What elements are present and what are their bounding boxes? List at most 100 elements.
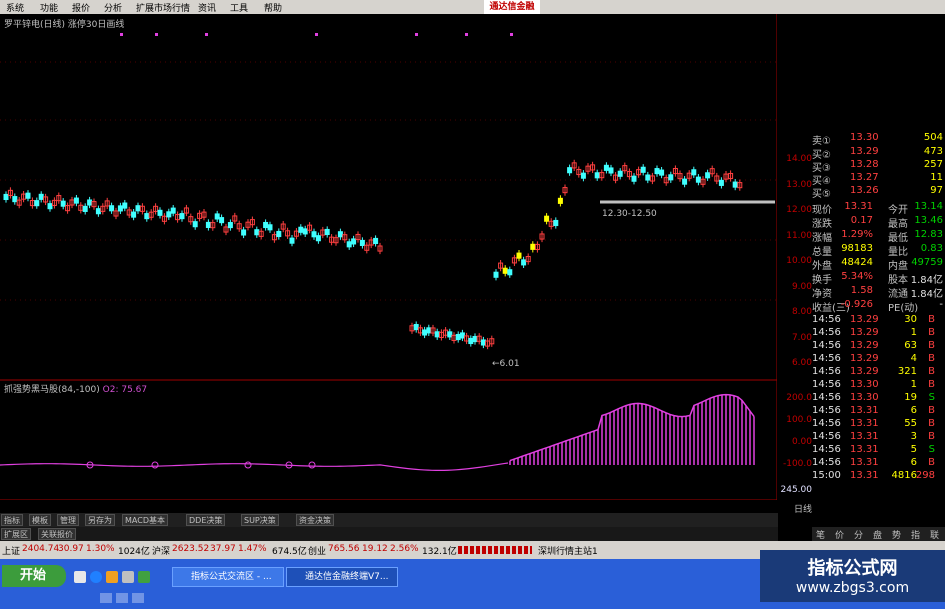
indicator-tab[interactable]: DDE决策 — [186, 514, 226, 526]
task-forum-window[interactable]: 指标公式交流区 - ... — [172, 567, 284, 587]
server-label: 深圳行情主站1 — [538, 547, 598, 557]
price-tick: 6.00 — [791, 358, 812, 368]
quicklaunch-media-icon[interactable] — [122, 571, 134, 583]
tick-volume: 1 — [910, 379, 917, 390]
bid-volume: 11 — [930, 172, 943, 183]
quote-tab[interactable]: 盘 — [873, 528, 882, 541]
tick-side: B — [928, 340, 935, 351]
candle-body — [38, 193, 44, 200]
tick-price: 13.31 — [850, 457, 879, 468]
sh-label: 上证 — [2, 547, 21, 557]
quote-tab[interactable]: 分 — [854, 528, 863, 541]
menu-item-tools[interactable]: 工具 — [230, 1, 248, 14]
market-strength-bar — [458, 546, 532, 554]
indicator-tab[interactable]: SUP决策 — [241, 514, 279, 526]
menu-item-quote[interactable]: 报价 — [72, 1, 90, 14]
quicklaunch-app-icon[interactable] — [138, 571, 150, 583]
candle-body — [34, 200, 40, 207]
indicator-tab[interactable]: MACD基本 — [122, 514, 168, 526]
tick-time: 14:56 — [812, 418, 841, 429]
site-watermark: 指标公式网 www.zbgs3.com — [760, 550, 945, 602]
tick-side: S — [928, 444, 935, 455]
stat-label-2: 最高 — [888, 219, 908, 230]
candle-body — [472, 335, 478, 343]
tick-volume: 3 — [910, 431, 917, 442]
stat-row: 现价 13.31 今开 13.14 — [812, 201, 945, 216]
extension-tab[interactable]: 扩展区 — [1, 528, 31, 540]
tray-icon-2[interactable] — [116, 593, 128, 603]
stat-label-2: 量比 — [888, 247, 908, 258]
candle-body — [12, 196, 18, 203]
menu-item-help[interactable]: 帮助 — [264, 1, 282, 14]
quote-panel: 卖① 13.30 504 买② 13.29 473 买③ 13.28 257 买④ 13.27 11 买… — [812, 132, 945, 521]
menu-item-info[interactable]: 资讯 — [198, 1, 216, 14]
sz-amount: 674.5亿 — [272, 547, 307, 557]
candle-body — [170, 207, 176, 214]
menu-item-system[interactable]: 系统 — [6, 1, 24, 14]
candle-body — [337, 231, 343, 238]
tick-side: B — [928, 405, 935, 416]
tick-price: 13.31 — [850, 444, 879, 455]
stat-row: 净资 1.58 流通 1.84亿 — [812, 285, 945, 300]
price-tick: 8.00 — [791, 307, 812, 317]
candle-body — [87, 199, 93, 206]
brand-label: 通达信金融 — [484, 0, 540, 14]
candle-body — [373, 237, 379, 245]
candle-body — [214, 213, 220, 220]
bid-row: 买② 13.29 473 — [812, 146, 945, 161]
indicator-tab[interactable]: 模板 — [29, 514, 51, 526]
stat-label-2: 最低 — [888, 233, 908, 244]
tray-icon-1[interactable] — [100, 593, 112, 603]
indicator-tab[interactable]: 指标 — [1, 514, 23, 526]
extension-tab[interactable]: 关联报价 — [38, 528, 76, 540]
quote-tab[interactable]: 指 — [911, 528, 920, 541]
ask-volume: 504 — [923, 132, 943, 143]
bid-volume: 257 — [923, 159, 943, 170]
stat-value-2: 1.84亿 — [910, 289, 943, 300]
kline-chart[interactable]: 12.30-12.50←6.012011年1011121232012/03/16… — [0, 14, 777, 500]
tick-volume: 6 — [910, 405, 917, 416]
stat-value: 1.58 — [850, 285, 873, 296]
candle-body — [144, 213, 150, 220]
signal-dot — [510, 33, 513, 36]
candle-body — [95, 208, 101, 215]
menu-item-analysis[interactable]: 分析 — [104, 1, 122, 14]
indicator-tab[interactable]: 管理 — [57, 514, 79, 526]
tick-side: B — [928, 457, 935, 468]
tray-icon-3[interactable] — [132, 593, 144, 603]
indicator-name: 抓强势黑马股(84,-100) — [4, 385, 100, 395]
menu-item-ext-market[interactable]: 扩展市场行情 — [136, 1, 190, 14]
menu-item-function[interactable]: 功能 — [40, 1, 58, 14]
candle-body — [205, 221, 211, 228]
candle-body — [166, 211, 172, 218]
quote-tab[interactable]: 价 — [835, 528, 844, 541]
quicklaunch-ie-icon[interactable] — [90, 571, 102, 583]
stat-value-2: - — [939, 299, 943, 310]
indicator-tab[interactable]: 另存为 — [85, 514, 115, 526]
extension-tabs: 扩展区 关联报价 — [0, 527, 778, 541]
stat-value: 48424 — [841, 257, 873, 268]
quote-tab[interactable]: 联 — [930, 528, 939, 541]
start-button[interactable]: 开始 — [2, 565, 66, 587]
task-tdx-window[interactable]: 通达信金融终端V7... — [286, 567, 398, 587]
tick-time: 14:56 — [812, 431, 841, 442]
stat-row: 外盘 48424 内盘 49759 — [812, 257, 945, 272]
tick-time: 14:56 — [812, 314, 841, 325]
quicklaunch-desktop-icon[interactable] — [74, 571, 86, 583]
bid-volume: 473 — [923, 146, 943, 157]
indicator-tab[interactable]: 资金决策 — [296, 514, 334, 526]
quote-tab[interactable]: 笔 — [816, 528, 825, 541]
ask-label: 卖① — [812, 136, 831, 147]
indicator-line — [0, 462, 509, 471]
quicklaunch-folder-icon[interactable] — [106, 571, 118, 583]
bid-price: 13.28 — [850, 159, 879, 170]
signal-dot — [315, 33, 318, 36]
tick-volume: 55 — [904, 418, 917, 429]
quote-tab[interactable]: 势 — [892, 528, 901, 541]
candle-body — [311, 231, 317, 238]
tick-row: 14:56 13.31 55 B — [812, 418, 945, 432]
period-tab[interactable]: 日线 — [778, 502, 812, 515]
tick-volume: 1 — [910, 327, 917, 338]
candle-body — [47, 203, 53, 210]
candle-body — [603, 164, 609, 171]
